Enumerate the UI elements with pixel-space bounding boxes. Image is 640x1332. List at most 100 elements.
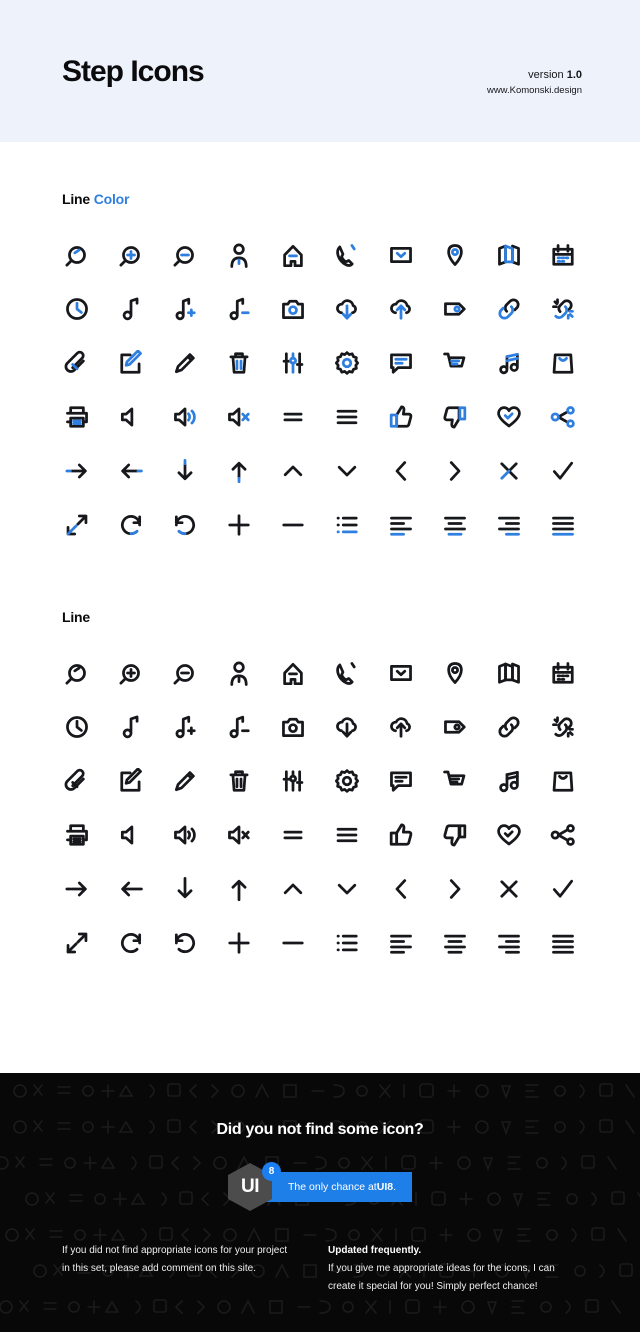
tag-icon[interactable] [428, 700, 482, 754]
align-right-icon[interactable] [482, 916, 536, 970]
align-justify-icon[interactable] [536, 498, 590, 552]
calendar-icon[interactable] [536, 646, 590, 700]
expand-icon[interactable] [50, 498, 104, 552]
cloud-upload-icon[interactable] [374, 700, 428, 754]
printer-icon[interactable] [50, 808, 104, 862]
edit-square-icon[interactable] [104, 754, 158, 808]
minus-icon[interactable] [266, 916, 320, 970]
calendar-icon[interactable] [536, 228, 590, 282]
pencil-icon[interactable] [158, 336, 212, 390]
chevron-up-icon[interactable] [266, 444, 320, 498]
trash-icon[interactable] [212, 336, 266, 390]
align-justify-icon[interactable] [536, 916, 590, 970]
phone-icon[interactable] [320, 228, 374, 282]
align-left-icon[interactable] [374, 916, 428, 970]
pencil-icon[interactable] [158, 754, 212, 808]
shopping-bag-icon[interactable] [536, 336, 590, 390]
shopping-bag-icon[interactable] [536, 754, 590, 808]
trash-icon[interactable] [212, 754, 266, 808]
chevron-right-icon[interactable] [428, 862, 482, 916]
music-note-plus-icon[interactable] [158, 700, 212, 754]
link-icon[interactable] [482, 282, 536, 336]
align-center-icon[interactable] [428, 916, 482, 970]
volume-mute-icon[interactable] [104, 808, 158, 862]
redo-icon[interactable] [104, 916, 158, 970]
expand-icon[interactable] [50, 916, 104, 970]
share-icon[interactable] [536, 390, 590, 444]
chat-icon[interactable] [374, 754, 428, 808]
check-icon[interactable] [536, 862, 590, 916]
undo-icon[interactable] [158, 916, 212, 970]
minus-icon[interactable] [266, 498, 320, 552]
share-icon[interactable] [536, 808, 590, 862]
chevron-right-icon[interactable] [428, 444, 482, 498]
tag-icon[interactable] [428, 282, 482, 336]
mail-icon[interactable] [374, 228, 428, 282]
arrow-up-icon[interactable] [212, 862, 266, 916]
clock-icon[interactable] [50, 700, 104, 754]
sliders-icon[interactable] [266, 754, 320, 808]
thumbs-up-icon[interactable] [374, 390, 428, 444]
user-icon[interactable] [212, 228, 266, 282]
user-icon[interactable] [212, 646, 266, 700]
plus-icon[interactable] [212, 498, 266, 552]
arrow-up-icon[interactable] [212, 444, 266, 498]
search-plus-icon[interactable] [104, 646, 158, 700]
equals-icon[interactable] [266, 390, 320, 444]
home-icon[interactable] [266, 228, 320, 282]
music-icon[interactable] [482, 336, 536, 390]
location-pin-icon[interactable] [428, 646, 482, 700]
volume-off-icon[interactable] [212, 808, 266, 862]
search-plus-icon[interactable] [104, 228, 158, 282]
list-icon[interactable] [320, 498, 374, 552]
arrow-left-icon[interactable] [104, 444, 158, 498]
arrow-down-icon[interactable] [158, 862, 212, 916]
volume-up-icon[interactable] [158, 390, 212, 444]
music-note-minus-icon[interactable] [212, 700, 266, 754]
link-broken-icon[interactable] [536, 282, 590, 336]
thumbs-down-icon[interactable] [428, 808, 482, 862]
printer-icon[interactable] [50, 390, 104, 444]
paperclip-icon[interactable] [50, 336, 104, 390]
list-icon[interactable] [320, 916, 374, 970]
music-note-plus-icon[interactable] [158, 282, 212, 336]
align-center-icon[interactable] [428, 498, 482, 552]
website-link[interactable]: www.Komonski.design [487, 83, 582, 98]
volume-mute-icon[interactable] [104, 390, 158, 444]
sliders-icon[interactable] [266, 336, 320, 390]
search-minus-icon[interactable] [158, 646, 212, 700]
plus-icon[interactable] [212, 916, 266, 970]
heart-icon[interactable] [482, 390, 536, 444]
heart-icon[interactable] [482, 808, 536, 862]
arrow-right-icon[interactable] [50, 444, 104, 498]
home-icon[interactable] [266, 646, 320, 700]
chevron-left-icon[interactable] [374, 444, 428, 498]
edit-square-icon[interactable] [104, 336, 158, 390]
check-icon[interactable] [536, 444, 590, 498]
close-icon[interactable] [482, 862, 536, 916]
align-right-icon[interactable] [482, 498, 536, 552]
chevron-left-icon[interactable] [374, 862, 428, 916]
music-note-icon[interactable] [104, 700, 158, 754]
music-icon[interactable] [482, 754, 536, 808]
location-pin-icon[interactable] [428, 228, 482, 282]
search-icon[interactable] [50, 228, 104, 282]
link-broken-icon[interactable] [536, 700, 590, 754]
cloud-download-icon[interactable] [320, 282, 374, 336]
clock-icon[interactable] [50, 282, 104, 336]
arrow-down-icon[interactable] [158, 444, 212, 498]
chevron-down-icon[interactable] [320, 862, 374, 916]
search-icon[interactable] [50, 646, 104, 700]
align-left-icon[interactable] [374, 498, 428, 552]
chevron-up-icon[interactable] [266, 862, 320, 916]
undo-icon[interactable] [158, 498, 212, 552]
paperclip-icon[interactable] [50, 754, 104, 808]
ui8-badge[interactable]: 8 UI The only chance at UI8. [0, 1162, 640, 1211]
cloud-download-icon[interactable] [320, 700, 374, 754]
mail-icon[interactable] [374, 646, 428, 700]
chevron-down-icon[interactable] [320, 444, 374, 498]
volume-up-icon[interactable] [158, 808, 212, 862]
phone-icon[interactable] [320, 646, 374, 700]
cloud-upload-icon[interactable] [374, 282, 428, 336]
music-note-minus-icon[interactable] [212, 282, 266, 336]
